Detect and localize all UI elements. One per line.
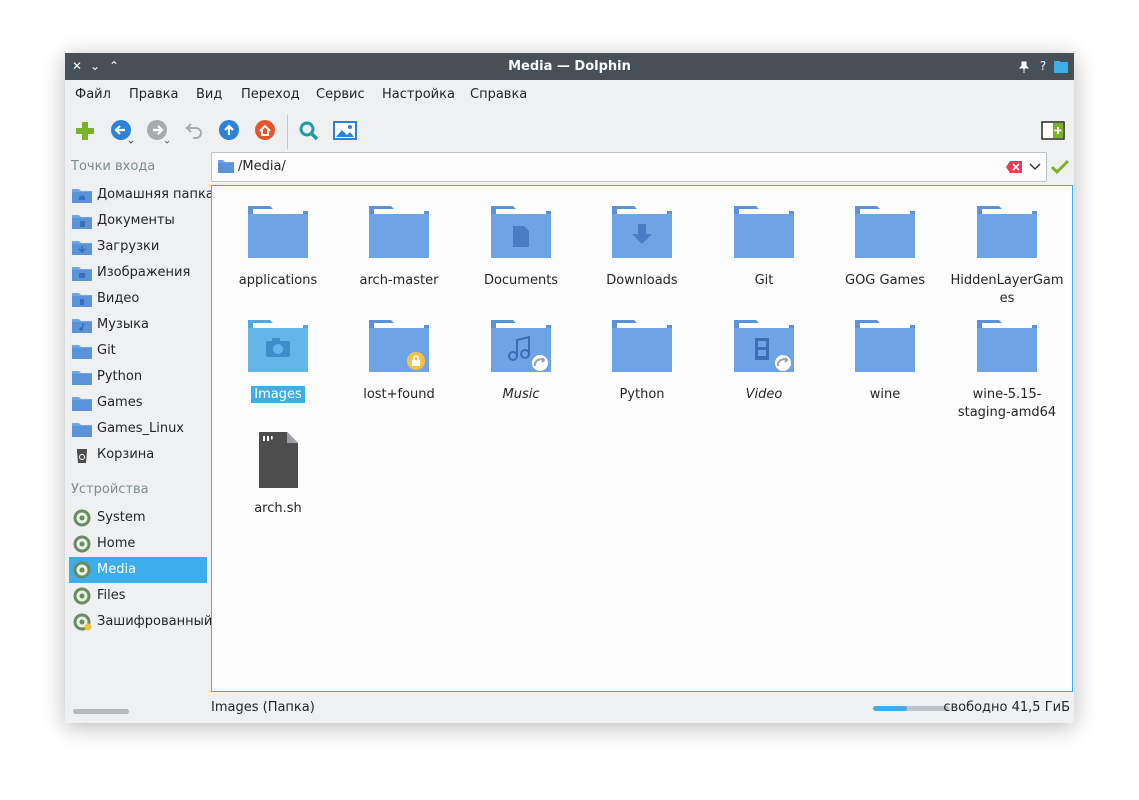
pin-icon[interactable] xyxy=(1016,53,1032,80)
checkmark-icon[interactable] xyxy=(1051,159,1069,175)
free-space-text: свободно 41,5 ГиБ xyxy=(943,700,1070,715)
folder-icon xyxy=(72,371,92,385)
sidebar-item-python[interactable]: Python xyxy=(69,364,207,390)
menu-edit[interactable]: Правка xyxy=(129,80,178,110)
location-path[interactable]: /Media/ xyxy=(238,153,286,181)
folder-icon xyxy=(734,206,794,258)
script-file-icon xyxy=(259,432,298,488)
folder-documents-icon xyxy=(72,215,92,229)
places-header: Точки входа xyxy=(71,159,156,174)
sidebar-item-videos[interactable]: Видео xyxy=(69,286,207,312)
toolbar xyxy=(65,113,1074,149)
home-icon[interactable] xyxy=(251,117,279,145)
folder-icon xyxy=(977,206,1037,258)
up-icon[interactable] xyxy=(215,117,243,145)
forward-icon[interactable] xyxy=(143,117,171,145)
devices-header: Устройства xyxy=(71,482,149,497)
folder-icon xyxy=(72,423,92,437)
sidebar-item-games[interactable]: Games xyxy=(69,390,207,416)
status-text: Images (Папка) xyxy=(211,700,315,715)
sidebar-item-files[interactable]: Files xyxy=(69,583,207,609)
back-icon[interactable] xyxy=(107,117,135,145)
encrypted-drive-icon xyxy=(73,613,92,631)
drive-icon xyxy=(73,561,91,579)
folder-icon xyxy=(855,320,915,372)
app-icon xyxy=(1053,53,1069,80)
folder-icon xyxy=(855,206,915,258)
folder-icon xyxy=(218,160,234,173)
status-bar: Images (Папка) свободно 41,5 ГиБ xyxy=(65,694,1074,723)
file-view[interactable]: applications arch-master Documents Downl… xyxy=(211,185,1073,692)
folder-downloads-icon xyxy=(612,206,672,258)
chevron-down-icon[interactable] xyxy=(1029,163,1041,171)
folder-icon xyxy=(369,206,429,258)
search-icon[interactable] xyxy=(295,117,323,145)
split-view-icon[interactable] xyxy=(1039,117,1067,145)
new-tab-plus-icon[interactable] xyxy=(71,117,99,145)
menu-view[interactable]: Вид xyxy=(196,80,222,110)
folder-locked-icon xyxy=(369,320,429,372)
sidebar-item-git[interactable]: Git xyxy=(69,338,207,364)
folder-music-icon xyxy=(491,320,551,372)
menu-help[interactable]: Справка xyxy=(470,80,527,110)
folder-videos-icon xyxy=(72,293,92,307)
folder-icon xyxy=(977,320,1037,372)
sidebar-item-encrypted[interactable]: Зашифрованный xyxy=(69,609,212,635)
sidebar-item-games-linux[interactable]: Games_Linux xyxy=(69,416,207,442)
folder-music-icon xyxy=(72,319,92,333)
menu-go[interactable]: Переход xyxy=(241,80,300,110)
drive-icon xyxy=(73,509,91,527)
sidebar-item-home[interactable]: Домашняя папка xyxy=(69,182,214,208)
places-scrollbar[interactable] xyxy=(73,709,129,714)
undo-icon[interactable] xyxy=(179,117,207,145)
menu-file[interactable]: Файл xyxy=(75,80,111,110)
window-title: Media — Dolphin xyxy=(508,59,631,74)
sidebar-item-home-drive[interactable]: Home xyxy=(69,531,207,557)
folder-documents-icon xyxy=(491,206,551,258)
folder-icon xyxy=(248,206,308,258)
folder-home-icon xyxy=(72,189,92,203)
sidebar-item-system[interactable]: System xyxy=(69,505,207,531)
clear-icon[interactable] xyxy=(1006,161,1022,173)
title-bar: ✕ ⌄ ⌃ Media — Dolphin ? xyxy=(65,53,1074,80)
sidebar-item-documents[interactable]: Документы xyxy=(69,208,207,234)
sidebar-item-trash[interactable]: Корзина xyxy=(69,442,207,468)
folder-pictures-icon xyxy=(72,267,92,281)
location-bar[interactable]: /Media/ xyxy=(211,152,1047,182)
toolbar-separator xyxy=(287,115,288,149)
sidebar-item-downloads[interactable]: Загрузки xyxy=(69,234,207,260)
folder-icon xyxy=(72,345,92,359)
folder-downloads-icon xyxy=(72,241,92,255)
free-space-bar xyxy=(873,706,949,711)
folder-pictures-icon xyxy=(248,320,308,372)
menu-bar: Файл Правка Вид Переход Сервис Настройка… xyxy=(65,80,1074,110)
folder-icon xyxy=(72,397,92,411)
sidebar-item-pictures[interactable]: Изображения xyxy=(69,260,207,286)
preview-icon[interactable] xyxy=(331,117,359,145)
drive-icon xyxy=(73,587,91,605)
menu-settings[interactable]: Настройка xyxy=(382,80,455,110)
folder-video-icon xyxy=(734,320,794,372)
menu-tools[interactable]: Сервис xyxy=(316,80,365,110)
trash-icon xyxy=(77,449,87,463)
sidebar-item-media[interactable]: Media xyxy=(69,557,207,583)
sidebar-item-music[interactable]: Музыка xyxy=(69,312,207,338)
help-icon[interactable]: ? xyxy=(1035,53,1051,80)
drive-icon xyxy=(73,535,91,553)
dolphin-window: ✕ ⌄ ⌃ Media — Dolphin ? Файл Правка Вид … xyxy=(65,53,1074,723)
folder-icon xyxy=(612,320,672,372)
